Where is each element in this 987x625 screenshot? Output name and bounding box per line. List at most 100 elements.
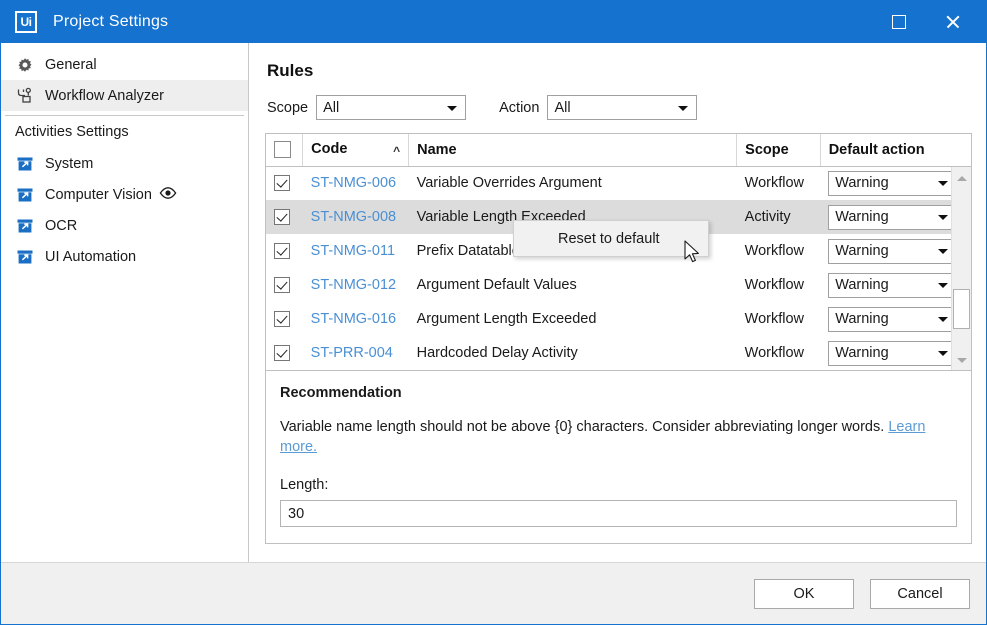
cell-default-action: Warning bbox=[820, 234, 971, 268]
rule-code-link[interactable]: ST-NMG-012 bbox=[311, 277, 396, 293]
sidebar-item-label: OCR bbox=[45, 218, 77, 234]
maximize-button[interactable] bbox=[876, 1, 922, 43]
default-action-value: Warning bbox=[835, 345, 888, 361]
scope-filter-value: All bbox=[323, 100, 339, 116]
table-row[interactable]: ST-PRR-004 Hardcoded Delay ActivityWorkfl… bbox=[266, 336, 971, 370]
scrollbar-thumb[interactable] bbox=[953, 289, 970, 329]
cell-name: Argument Default Values bbox=[409, 268, 737, 302]
length-field-label: Length: bbox=[280, 477, 957, 493]
cell-code[interactable]: ST-NMG-012 bbox=[303, 268, 409, 302]
chevron-down-icon bbox=[938, 181, 948, 186]
row-checkbox[interactable] bbox=[274, 311, 290, 327]
cell-scope: Workflow bbox=[737, 166, 821, 200]
chevron-down-icon bbox=[938, 317, 948, 322]
sidebar-item-label: UI Automation bbox=[45, 249, 136, 265]
rule-code-link[interactable]: ST-NMG-016 bbox=[311, 311, 396, 327]
workflow-analyzer-icon bbox=[15, 86, 35, 106]
rule-code-link[interactable]: ST-NMG-006 bbox=[311, 175, 396, 191]
package-icon bbox=[15, 247, 35, 267]
column-header-name[interactable]: Name bbox=[409, 134, 737, 166]
sidebar-item-workflow-analyzer[interactable]: Workflow Analyzer bbox=[1, 80, 248, 111]
table-row[interactable]: ST-NMG-016Argument Length ExceededWorkfl… bbox=[266, 302, 971, 336]
eye-icon bbox=[159, 186, 177, 203]
table-row[interactable]: ST-NMG-012Argument Default ValuesWorkflo… bbox=[266, 268, 971, 302]
row-checkbox-cell[interactable] bbox=[266, 302, 303, 336]
sidebar-item-computer-vision[interactable]: Computer Vision bbox=[1, 179, 248, 210]
cell-code[interactable]: ST-NMG-011 bbox=[303, 234, 409, 268]
cell-default-action: Warning bbox=[820, 302, 971, 336]
cell-name: Hardcoded Delay Activity bbox=[409, 336, 737, 370]
action-filter-select[interactable]: All bbox=[547, 95, 697, 120]
cell-code[interactable]: ST-PRR-004 bbox=[303, 336, 409, 370]
scroll-down-button[interactable] bbox=[952, 351, 971, 369]
table-body: ST-NMG-006Variable Overrides ArgumentWor… bbox=[266, 166, 971, 370]
default-action-select[interactable]: Warning bbox=[828, 239, 958, 264]
chevron-down-icon bbox=[938, 249, 948, 254]
action-filter-value: All bbox=[554, 100, 570, 116]
scroll-down-icon bbox=[957, 358, 967, 363]
chevron-down-icon bbox=[938, 283, 948, 288]
cell-code[interactable]: ST-NMG-016 bbox=[303, 302, 409, 336]
cell-code[interactable]: ST-NMG-008 bbox=[303, 200, 409, 234]
sidebar-item-system[interactable]: System bbox=[1, 148, 248, 179]
row-checkbox-cell[interactable] bbox=[266, 234, 303, 268]
row-checkbox-cell[interactable] bbox=[266, 336, 303, 370]
rule-code-link[interactable]: ST-PRR-004 bbox=[311, 345, 393, 361]
cell-code[interactable]: ST-NMG-006 bbox=[303, 166, 409, 200]
maximize-icon bbox=[892, 15, 906, 29]
settings-sidebar: General Workflow Analyzer Activities Set… bbox=[1, 43, 249, 562]
cell-scope: Workflow bbox=[737, 302, 821, 336]
row-checkbox-cell[interactable] bbox=[266, 268, 303, 302]
row-checkbox[interactable] bbox=[274, 175, 290, 191]
row-checkbox[interactable] bbox=[274, 345, 290, 361]
default-action-select[interactable]: Warning bbox=[828, 273, 958, 298]
default-action-select[interactable]: Warning bbox=[828, 341, 958, 366]
sidebar-item-ocr[interactable]: OCR bbox=[1, 210, 248, 241]
rule-code-link[interactable]: ST-NMG-011 bbox=[311, 243, 395, 259]
row-checkbox[interactable] bbox=[274, 243, 290, 259]
cell-scope: Workflow bbox=[737, 234, 821, 268]
default-action-select[interactable]: Warning bbox=[828, 307, 958, 332]
sidebar-item-ui-automation[interactable]: UI Automation bbox=[1, 241, 248, 272]
default-action-value: Warning bbox=[835, 175, 888, 191]
scope-filter-select[interactable]: All bbox=[316, 95, 466, 120]
row-checkbox-cell[interactable] bbox=[266, 200, 303, 234]
table-scrollbar[interactable] bbox=[951, 167, 971, 370]
sidebar-item-label: General bbox=[45, 57, 97, 73]
rule-code-link[interactable]: ST-NMG-008 bbox=[311, 209, 396, 225]
title-bar: Ui Project Settings bbox=[1, 1, 986, 43]
column-header-code[interactable]: Code ^ bbox=[303, 134, 409, 166]
ok-button[interactable]: OK bbox=[754, 579, 854, 609]
recommendation-text: Variable name length should not be above… bbox=[280, 417, 940, 457]
table-header: Code ^ Name Scope Default action bbox=[266, 134, 971, 166]
row-checkbox[interactable] bbox=[274, 209, 290, 225]
context-menu-item-reset-to-default[interactable]: Reset to default bbox=[514, 231, 660, 247]
sidebar-item-label: Computer Vision bbox=[45, 187, 152, 203]
recommendation-body: Variable name length should not be above… bbox=[280, 419, 888, 435]
page-title: Rules bbox=[267, 61, 972, 81]
default-action-select[interactable]: Warning bbox=[828, 205, 958, 230]
column-header-scope[interactable]: Scope bbox=[737, 134, 821, 166]
default-action-select[interactable]: Warning bbox=[828, 171, 958, 196]
filter-bar: Scope All Action All bbox=[267, 95, 972, 120]
sidebar-section-activities-settings: Activities Settings bbox=[1, 116, 248, 148]
package-icon bbox=[15, 185, 35, 205]
table-row[interactable]: ST-NMG-006Variable Overrides ArgumentWor… bbox=[266, 166, 971, 200]
close-button[interactable] bbox=[930, 1, 976, 43]
row-checkbox-cell[interactable] bbox=[266, 166, 303, 200]
cancel-button[interactable]: Cancel bbox=[870, 579, 970, 609]
scroll-up-button[interactable] bbox=[952, 169, 971, 187]
column-header-select-all[interactable] bbox=[266, 134, 303, 166]
default-action-value: Warning bbox=[835, 277, 888, 293]
column-header-default-action[interactable]: Default action bbox=[820, 134, 971, 166]
length-input[interactable]: 30 bbox=[280, 500, 957, 527]
length-input-value: 30 bbox=[288, 506, 304, 522]
sidebar-item-general[interactable]: General bbox=[1, 49, 248, 80]
window-title: Project Settings bbox=[53, 13, 168, 31]
column-header-code-label: Code bbox=[311, 141, 347, 157]
select-all-checkbox[interactable] bbox=[274, 141, 291, 158]
row-checkbox[interactable] bbox=[274, 277, 290, 293]
cell-scope: Workflow bbox=[737, 336, 821, 370]
sort-ascending-icon: ^ bbox=[393, 144, 400, 158]
chevron-down-icon bbox=[938, 215, 948, 220]
